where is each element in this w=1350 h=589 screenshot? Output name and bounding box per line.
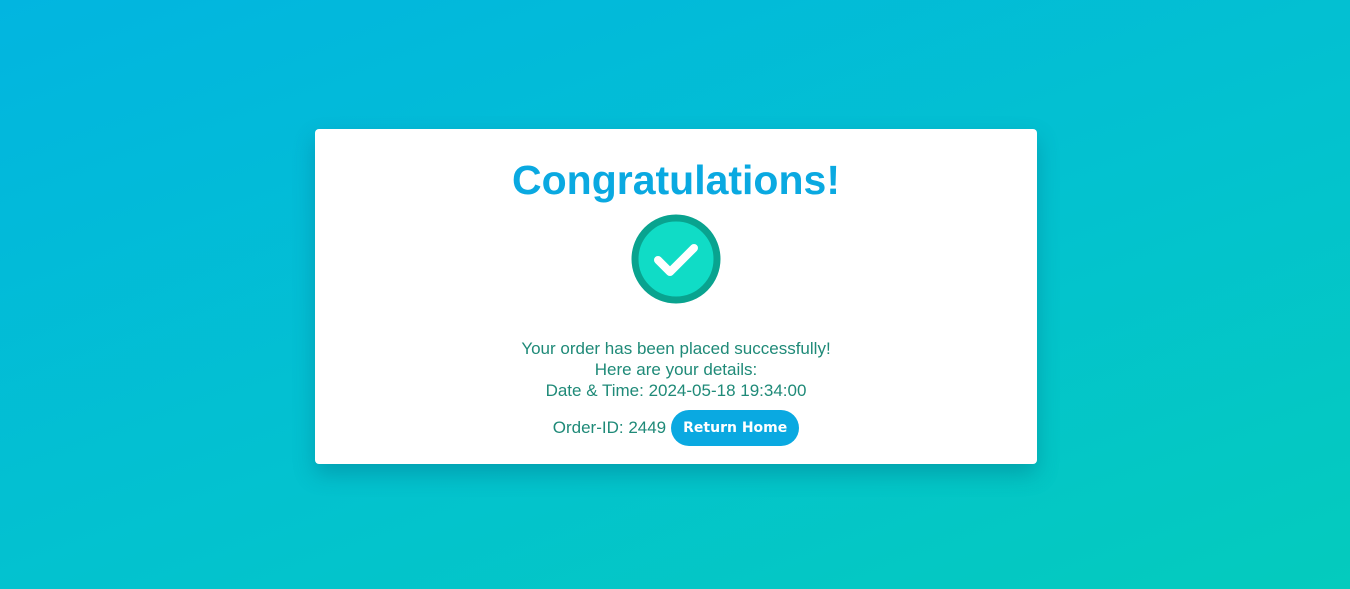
check-circle-icon [631,214,721,304]
return-home-button[interactable]: Return Home [671,410,800,446]
congratulations-title: Congratulations! [512,157,840,203]
date-time-value: 2024-05-18 19:34:00 [648,381,807,400]
order-id-label: Order-ID: [552,418,624,437]
order-id-value: 2449 [628,418,667,437]
order-details: Your order has been placed successfully!… [315,338,1037,401]
success-message: Your order has been placed successfully! [521,339,831,358]
order-id: Order-ID: 2449 [553,418,666,438]
order-id-row: Order-ID: 2449 Return Home [315,410,1037,446]
date-time-line: Date & Time: 2024-05-18 19:34:00 [315,380,1037,401]
confirmation-card: Congratulations! Your order has been pla… [315,129,1037,464]
details-heading: Here are your details: [594,360,758,379]
date-time-label: Date & Time: [545,381,644,400]
